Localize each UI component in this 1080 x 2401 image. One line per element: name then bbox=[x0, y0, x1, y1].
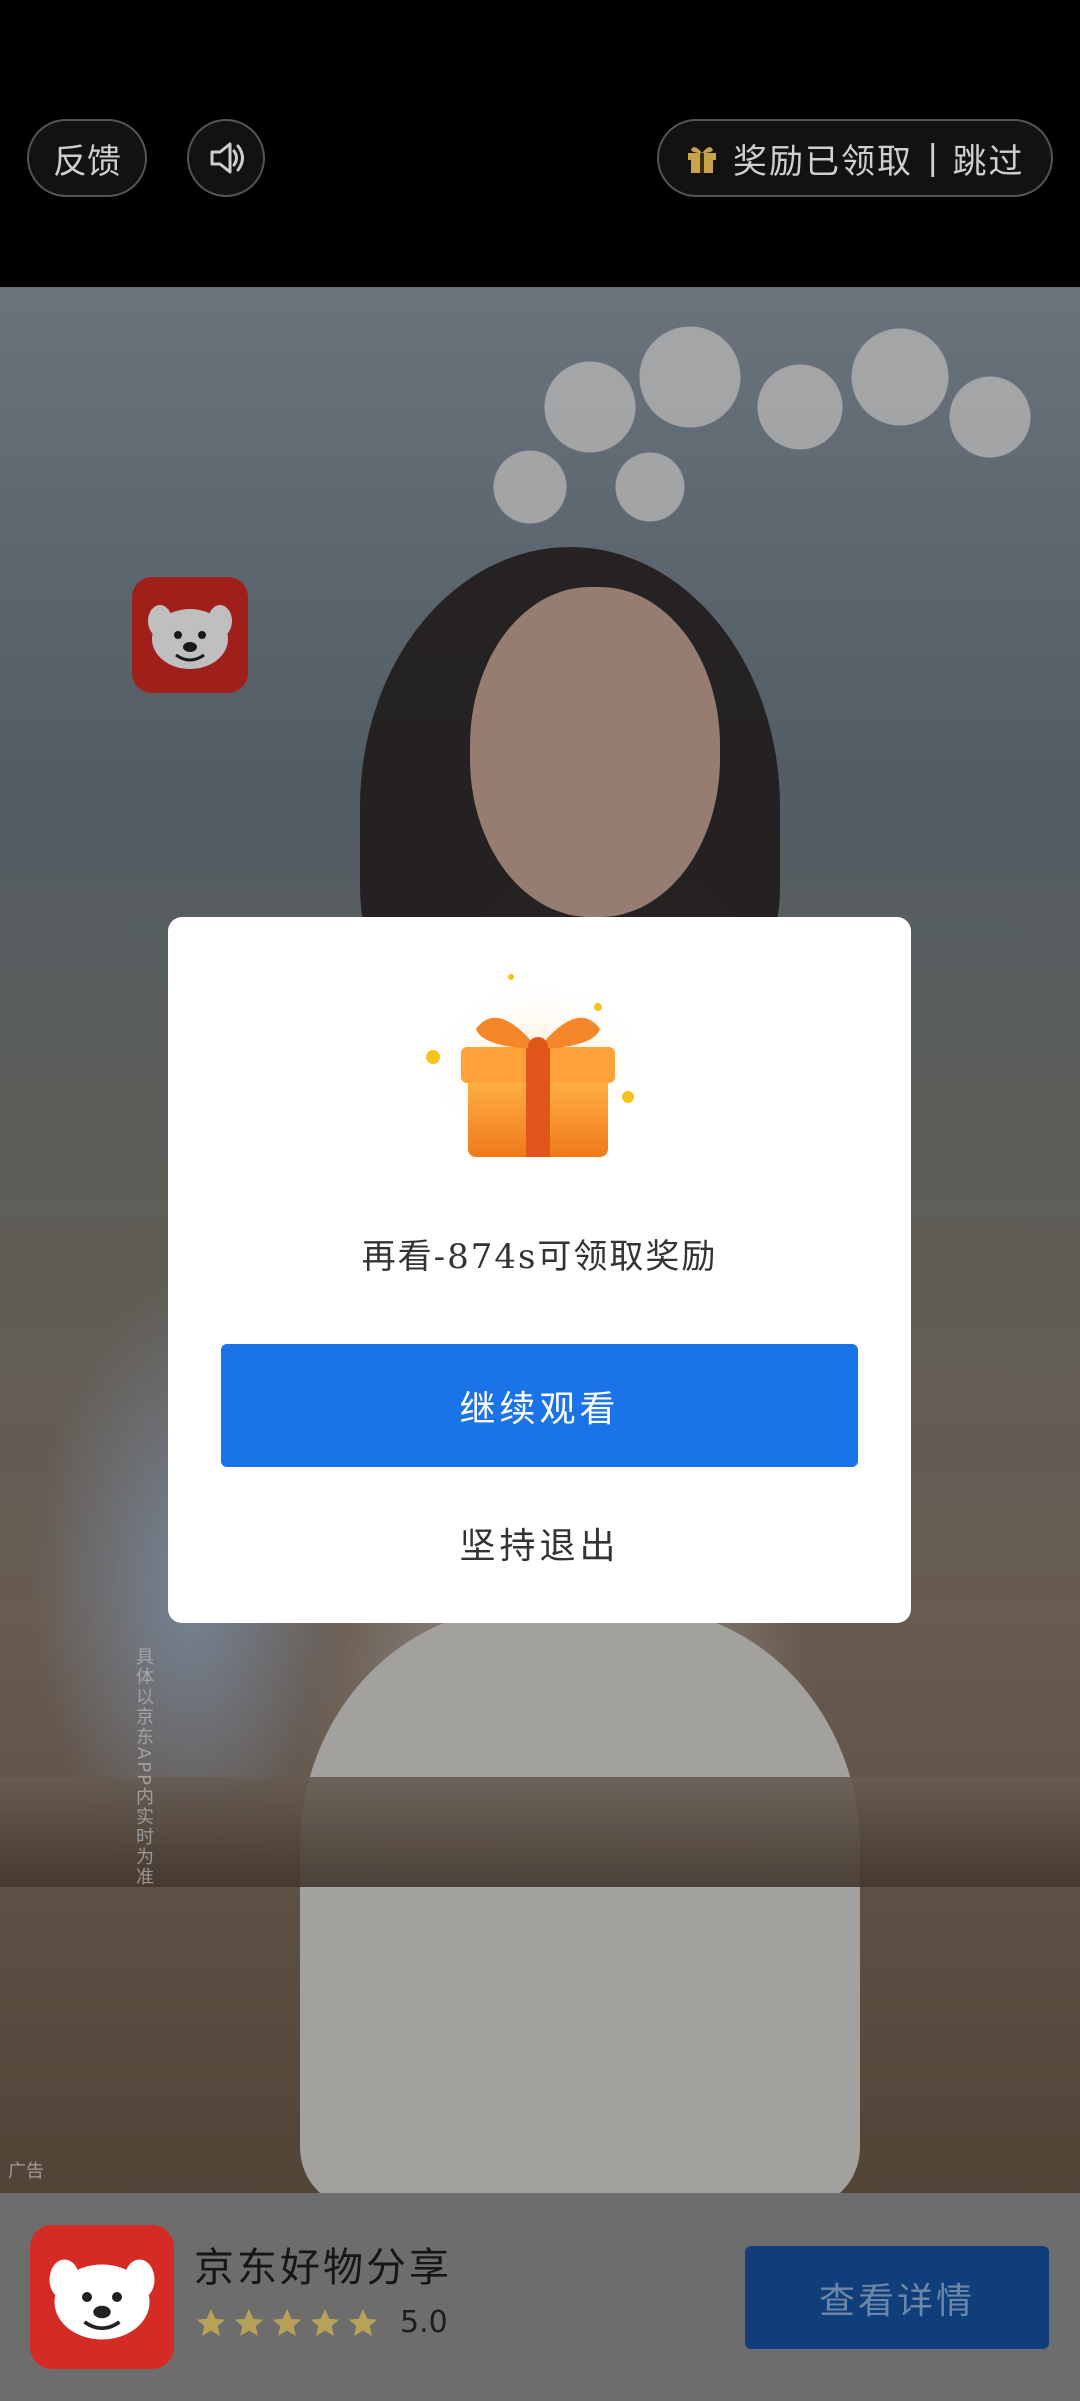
reward-countdown-message: 再看-874s可领取奖励 bbox=[361, 1237, 718, 1277]
app-icon[interactable] bbox=[30, 2225, 174, 2369]
feedback-label: 反馈 bbox=[53, 141, 121, 182]
app-name: 京东好物分享 bbox=[194, 2245, 452, 2291]
sound-toggle-button[interactable] bbox=[187, 119, 265, 197]
star-icon bbox=[310, 2308, 340, 2336]
view-details-button[interactable]: 查看详情 bbox=[745, 2246, 1049, 2349]
star-icon bbox=[272, 2308, 302, 2336]
star-icon bbox=[196, 2308, 226, 2336]
gift-box-icon bbox=[423, 974, 655, 1157]
top-bar: 反馈 奖励已领取 | 跳过 bbox=[0, 0, 1080, 287]
reward-skip-button[interactable]: 奖励已领取 | 跳过 bbox=[657, 119, 1053, 197]
continue-watching-button[interactable]: 继续观看 bbox=[221, 1344, 858, 1467]
skip-label: 跳过 bbox=[952, 141, 1025, 182]
app-promo-card[interactable]: 京东好物分享 5.0 查看详情 bbox=[0, 2193, 1080, 2401]
reward-received-label: 奖励已领取 bbox=[733, 141, 913, 182]
rating-stars: 5.0 bbox=[194, 2305, 448, 2340]
reward-dialog: 再看-874s可领取奖励 继续观看 坚持退出 bbox=[168, 917, 911, 1623]
speaker-icon bbox=[210, 142, 244, 174]
quit-button[interactable]: 坚持退出 bbox=[168, 1517, 911, 1569]
feedback-button[interactable]: 反馈 bbox=[27, 119, 147, 197]
separator: | bbox=[927, 138, 939, 178]
star-icon bbox=[234, 2308, 264, 2336]
star-icon bbox=[348, 2308, 378, 2336]
gift-icon bbox=[688, 147, 716, 173]
rating-value: 5.0 bbox=[400, 2305, 448, 2340]
